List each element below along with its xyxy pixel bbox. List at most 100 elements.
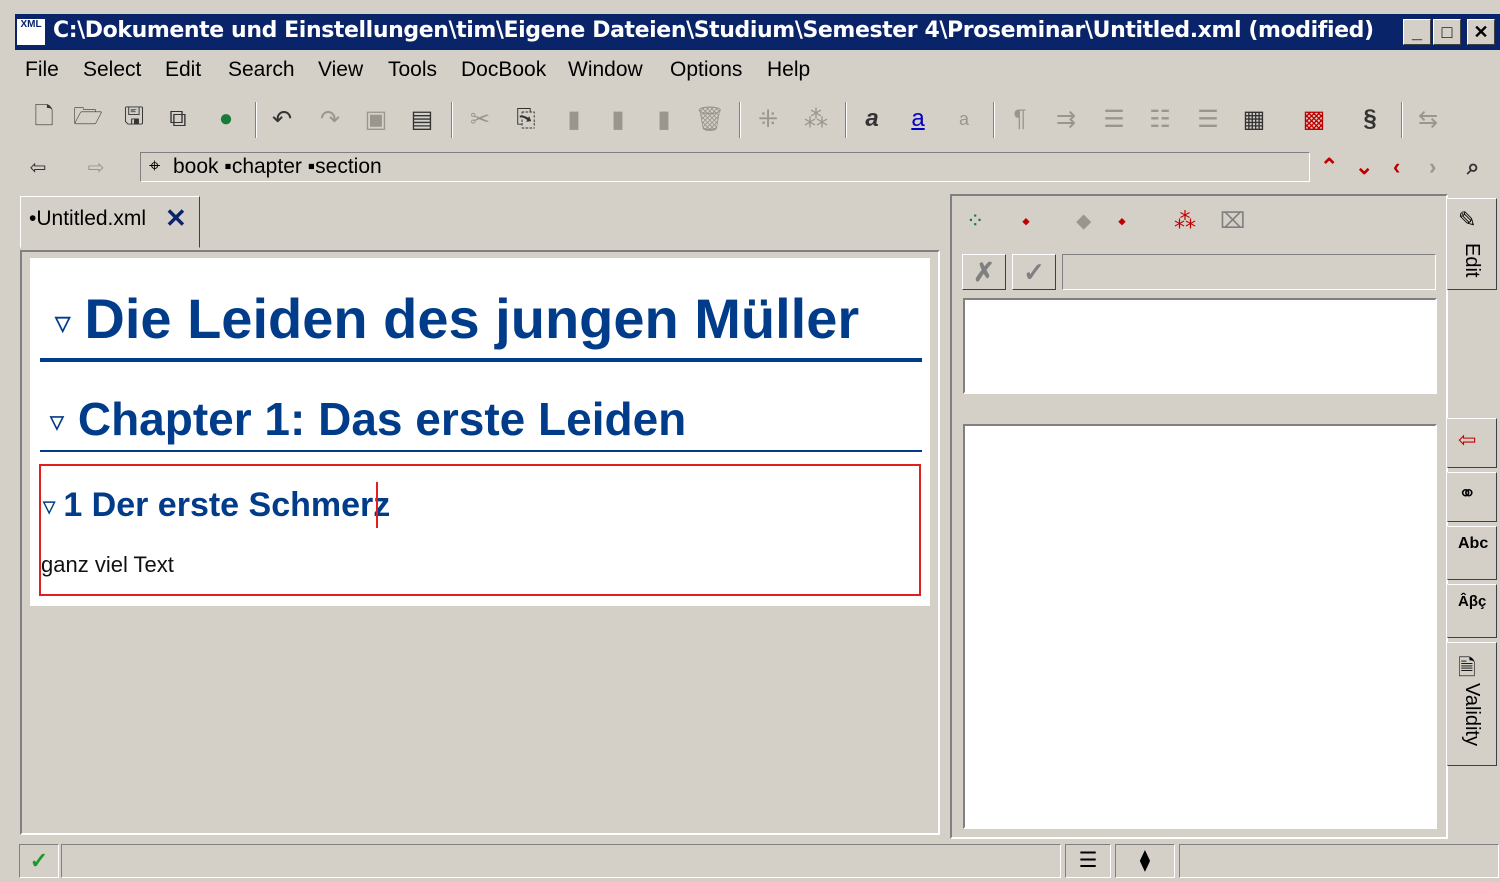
variable-list-icon[interactable]: ☰ [1191,102,1225,136]
tab-edit[interactable]: ✎ Edit [1447,198,1497,290]
valid-check-icon[interactable]: ✓ [19,844,59,878]
paragraph-icon[interactable]: ¶ [1003,102,1037,136]
menu-select[interactable]: Select [83,58,141,82]
nav-left-icon[interactable]: ‹ [1393,154,1400,180]
text-small-icon[interactable]: a [947,102,981,136]
command-history-icon[interactable]: ▤ [405,102,439,136]
status-field [1179,844,1499,878]
menu-window[interactable]: Window [568,58,643,82]
chapter-title[interactable]: ▽ Chapter 1: Das erste Leiden [50,392,686,446]
navigate-icon[interactable]: ⇆ [1411,102,1445,136]
nav-up-icon[interactable]: ⌃ [1320,154,1338,180]
paste-after-icon[interactable]: ▮ [647,102,681,136]
wrap-element-icon[interactable]: ⌧ [1220,208,1245,234]
bulleted-list-icon[interactable]: ☰ [1097,102,1131,136]
menu-edit[interactable]: Edit [165,58,201,82]
open-folder-icon[interactable]: 🗁 [71,102,105,136]
insert-before-icon[interactable]: ⬩ [1022,208,1030,234]
split-icon[interactable]: ⁜ [751,102,785,136]
tab-search[interactable]: ⚭ [1447,472,1497,522]
menu-tools[interactable]: Tools [388,58,437,82]
section-title[interactable]: ▽ 1 Der erste Schmerz [43,486,390,525]
repeat-icon[interactable]: ▣ [359,102,393,136]
forward-icon[interactable]: ⇨ [79,150,113,184]
cut-icon[interactable]: ✂ [463,102,497,136]
attribute-list[interactable] [963,298,1437,394]
copy-icon[interactable]: ⎘ [509,102,543,136]
zoom-icon[interactable]: ⌕ [1467,154,1479,180]
tab-untitled-xml[interactable]: •Untitled.xml ✕ [20,196,200,248]
tab-label: •Untitled.xml [29,207,147,230]
menu-search[interactable]: Search [228,58,295,82]
delete-icon[interactable]: 🗑 [693,102,727,136]
collapse-triangle-icon[interactable]: ▽ [43,497,55,517]
insert-element-icon[interactable]: ⁘ [966,208,984,234]
save-icon[interactable]: 🖫 [117,102,151,136]
insert-after-icon[interactable]: ⬩ [1118,208,1126,234]
nav-right-icon[interactable]: › [1429,154,1436,180]
tab-edit-label: Edit [1461,243,1483,278]
section-icon[interactable]: § [1353,102,1387,136]
tab-characters[interactable]: Âβç [1447,584,1497,638]
title-rule [40,358,922,362]
collapse-triangle-icon[interactable]: ▽ [55,311,70,336]
menu-docbook[interactable]: DocBook [461,58,546,82]
tab-insert[interactable]: ⇦ [1447,418,1497,468]
element-list[interactable] [963,424,1437,829]
menu-file[interactable]: File [25,58,59,82]
text-style-icon[interactable]: a [855,102,889,136]
status-list-icon[interactable]: ☰ [1065,844,1111,878]
title-bar[interactable]: XML C:\Dokumente und Einstellungen\tim\E… [15,14,1500,50]
paste-before-icon[interactable]: ▮ [557,102,591,136]
paste-icon[interactable]: ▮ [601,102,635,136]
redo-icon[interactable]: ↷ [313,102,347,136]
nav-down-icon[interactable]: ⌄ [1355,154,1373,180]
save-all-icon[interactable]: ⧉ [161,102,195,136]
paragraph[interactable]: ganz viel Text [41,552,174,578]
chapter-rule [40,450,922,452]
text-color-icon[interactable]: a [901,102,935,136]
toolbar-separator [451,102,453,138]
join-icon[interactable]: ⁂ [799,102,833,136]
new-document-icon[interactable]: 🗋 [27,102,61,136]
tag-icon: ⌖ [149,155,161,177]
confirm-icon[interactable]: ✓ [1012,254,1056,290]
tab-validity[interactable]: 🗎 Validity [1447,642,1497,766]
undo-icon[interactable]: ↶ [265,102,299,136]
status-message [61,844,1061,878]
back-icon[interactable]: ⇦ [21,150,55,184]
attribute-value-input[interactable] [1062,254,1436,290]
cancel-icon[interactable]: ✗ [962,254,1006,290]
menu-help[interactable]: Help [767,58,810,82]
book-title[interactable]: ▽ Die Leiden des jungen Müller [55,286,859,351]
minimize-button[interactable]: _ [1403,19,1431,45]
toolbar-separator [255,102,257,138]
breadcrumb[interactable]: ⌖ book ▪chapter ▪section [140,152,1310,182]
tab-spellcheck[interactable]: Abc [1447,526,1497,580]
maximize-button[interactable]: □ [1433,19,1461,45]
numbered-list-icon[interactable]: ☷ [1143,102,1177,136]
toolbar-separator [739,102,741,138]
chapter-title-text: Chapter 1: Das erste Leiden [77,393,687,445]
selected-section[interactable]: ▽ 1 Der erste Schmerz ganz viel Text [39,464,921,596]
app-icon[interactable]: XML [17,19,45,45]
image-icon[interactable]: ▩ [1297,102,1331,136]
convert-element-icon[interactable]: ⁂ [1174,208,1196,234]
menu-view[interactable]: View [318,58,363,82]
toolbox-icon[interactable]: ⧫ [1115,844,1175,878]
menu-options[interactable]: Options [670,58,742,82]
status-bar: ✓ ☰ ⧫ [15,842,1500,882]
main-toolbar: 🗋 🗁 🖫 ⧉ ● ↶ ↷ ▣ ▤ ✂ ⎘ ▮ ▮ ▮ 🗑 ⁜ ⁂ a a a … [15,94,1500,146]
table-icon[interactable]: ▦ [1237,102,1271,136]
breadcrumb-path: book ▪chapter ▪section [173,155,382,178]
insert-into-icon[interactable]: ⬥ [1076,208,1091,234]
close-tab-icon[interactable]: ✕ [165,203,187,234]
globe-icon[interactable]: ● [209,102,243,136]
binoculars-icon: ⚭ [1458,481,1477,506]
close-button[interactable]: ✕ [1467,19,1495,45]
indent-icon[interactable]: ⇉ [1049,102,1083,136]
collapse-triangle-icon[interactable]: ▽ [50,412,64,433]
insert-icon: ⇦ [1458,427,1477,452]
section-title-text: 1 Der erste Schmerz [63,486,391,524]
toolbar-separator [1401,102,1403,138]
